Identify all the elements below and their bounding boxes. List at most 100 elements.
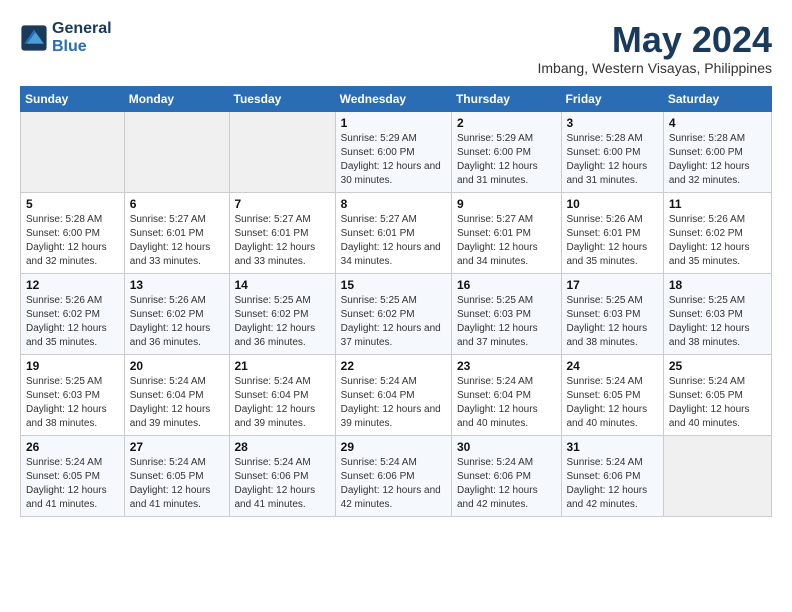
calendar-cell: 9 Sunrise: 5:27 AMSunset: 6:01 PMDayligh… <box>451 192 561 273</box>
day-info: Sunrise: 5:26 AMSunset: 6:01 PMDaylight:… <box>567 213 658 269</box>
calendar-cell: 10 Sunrise: 5:26 AMSunset: 6:01 PMDaylig… <box>561 192 663 273</box>
day-number: 11 <box>669 197 766 211</box>
weekday-header: Monday <box>124 86 229 111</box>
day-number: 25 <box>669 359 766 373</box>
day-number: 31 <box>567 440 658 454</box>
calendar-cell: 20 Sunrise: 5:24 AMSunset: 6:04 PMDaylig… <box>124 354 229 435</box>
weekday-header: Thursday <box>451 86 561 111</box>
weekday-header: Friday <box>561 86 663 111</box>
day-info: Sunrise: 5:24 AMSunset: 6:06 PMDaylight:… <box>457 456 556 512</box>
location: Imbang, Western Visayas, Philippines <box>538 60 773 76</box>
calendar-cell: 17 Sunrise: 5:25 AMSunset: 6:03 PMDaylig… <box>561 273 663 354</box>
day-number: 24 <box>567 359 658 373</box>
day-info: Sunrise: 5:29 AMSunset: 6:00 PMDaylight:… <box>341 132 446 188</box>
day-info: Sunrise: 5:25 AMSunset: 6:03 PMDaylight:… <box>567 294 658 350</box>
weekday-header: Sunday <box>21 86 125 111</box>
day-number: 18 <box>669 278 766 292</box>
day-number: 2 <box>457 116 556 130</box>
calendar-cell: 19 Sunrise: 5:25 AMSunset: 6:03 PMDaylig… <box>21 354 125 435</box>
day-number: 19 <box>26 359 119 373</box>
calendar-cell: 16 Sunrise: 5:25 AMSunset: 6:03 PMDaylig… <box>451 273 561 354</box>
day-info: Sunrise: 5:24 AMSunset: 6:04 PMDaylight:… <box>457 375 556 431</box>
day-info: Sunrise: 5:26 AMSunset: 6:02 PMDaylight:… <box>130 294 224 350</box>
month-title: May 2024 <box>538 20 773 60</box>
day-info: Sunrise: 5:25 AMSunset: 6:02 PMDaylight:… <box>341 294 446 350</box>
calendar-cell: 14 Sunrise: 5:25 AMSunset: 6:02 PMDaylig… <box>229 273 335 354</box>
calendar-week-row: 1 Sunrise: 5:29 AMSunset: 6:00 PMDayligh… <box>21 111 772 192</box>
day-number: 17 <box>567 278 658 292</box>
day-number: 22 <box>341 359 446 373</box>
day-info: Sunrise: 5:24 AMSunset: 6:05 PMDaylight:… <box>669 375 766 431</box>
day-info: Sunrise: 5:28 AMSunset: 6:00 PMDaylight:… <box>26 213 119 269</box>
logo: General Blue <box>20 20 112 56</box>
title-block: May 2024 Imbang, Western Visayas, Philip… <box>538 20 773 76</box>
calendar-cell: 3 Sunrise: 5:28 AMSunset: 6:00 PMDayligh… <box>561 111 663 192</box>
calendar-cell <box>663 435 771 516</box>
calendar-cell: 11 Sunrise: 5:26 AMSunset: 6:02 PMDaylig… <box>663 192 771 273</box>
day-number: 6 <box>130 197 224 211</box>
calendar-cell: 13 Sunrise: 5:26 AMSunset: 6:02 PMDaylig… <box>124 273 229 354</box>
calendar-cell: 25 Sunrise: 5:24 AMSunset: 6:05 PMDaylig… <box>663 354 771 435</box>
day-info: Sunrise: 5:24 AMSunset: 6:05 PMDaylight:… <box>567 375 658 431</box>
calendar-cell: 12 Sunrise: 5:26 AMSunset: 6:02 PMDaylig… <box>21 273 125 354</box>
calendar-cell: 2 Sunrise: 5:29 AMSunset: 6:00 PMDayligh… <box>451 111 561 192</box>
day-number: 9 <box>457 197 556 211</box>
day-info: Sunrise: 5:28 AMSunset: 6:00 PMDaylight:… <box>669 132 766 188</box>
day-number: 12 <box>26 278 119 292</box>
weekday-header: Tuesday <box>229 86 335 111</box>
day-number: 15 <box>341 278 446 292</box>
day-number: 28 <box>235 440 330 454</box>
calendar-week-row: 19 Sunrise: 5:25 AMSunset: 6:03 PMDaylig… <box>21 354 772 435</box>
day-info: Sunrise: 5:26 AMSunset: 6:02 PMDaylight:… <box>669 213 766 269</box>
calendar-cell: 23 Sunrise: 5:24 AMSunset: 6:04 PMDaylig… <box>451 354 561 435</box>
day-info: Sunrise: 5:24 AMSunset: 6:06 PMDaylight:… <box>341 456 446 512</box>
calendar-cell: 27 Sunrise: 5:24 AMSunset: 6:05 PMDaylig… <box>124 435 229 516</box>
day-info: Sunrise: 5:24 AMSunset: 6:04 PMDaylight:… <box>235 375 330 431</box>
day-info: Sunrise: 5:24 AMSunset: 6:06 PMDaylight:… <box>235 456 330 512</box>
calendar-cell <box>124 111 229 192</box>
calendar-week-row: 26 Sunrise: 5:24 AMSunset: 6:05 PMDaylig… <box>21 435 772 516</box>
calendar-cell: 7 Sunrise: 5:27 AMSunset: 6:01 PMDayligh… <box>229 192 335 273</box>
day-info: Sunrise: 5:27 AMSunset: 6:01 PMDaylight:… <box>341 213 446 269</box>
calendar-cell: 22 Sunrise: 5:24 AMSunset: 6:04 PMDaylig… <box>335 354 451 435</box>
day-info: Sunrise: 5:27 AMSunset: 6:01 PMDaylight:… <box>457 213 556 269</box>
day-number: 13 <box>130 278 224 292</box>
day-number: 20 <box>130 359 224 373</box>
day-number: 14 <box>235 278 330 292</box>
weekday-header: Wednesday <box>335 86 451 111</box>
day-info: Sunrise: 5:29 AMSunset: 6:00 PMDaylight:… <box>457 132 556 188</box>
day-info: Sunrise: 5:24 AMSunset: 6:05 PMDaylight:… <box>130 456 224 512</box>
logo-icon <box>20 24 48 52</box>
page-header: General Blue May 2024 Imbang, Western Vi… <box>20 20 772 76</box>
day-number: 16 <box>457 278 556 292</box>
day-info: Sunrise: 5:25 AMSunset: 6:02 PMDaylight:… <box>235 294 330 350</box>
day-number: 5 <box>26 197 119 211</box>
calendar-cell <box>229 111 335 192</box>
day-number: 26 <box>26 440 119 454</box>
calendar-cell: 28 Sunrise: 5:24 AMSunset: 6:06 PMDaylig… <box>229 435 335 516</box>
calendar-week-row: 5 Sunrise: 5:28 AMSunset: 6:00 PMDayligh… <box>21 192 772 273</box>
day-info: Sunrise: 5:27 AMSunset: 6:01 PMDaylight:… <box>130 213 224 269</box>
calendar-cell: 30 Sunrise: 5:24 AMSunset: 6:06 PMDaylig… <box>451 435 561 516</box>
weekday-header: Saturday <box>663 86 771 111</box>
calendar-cell: 4 Sunrise: 5:28 AMSunset: 6:00 PMDayligh… <box>663 111 771 192</box>
day-number: 23 <box>457 359 556 373</box>
day-number: 1 <box>341 116 446 130</box>
day-info: Sunrise: 5:28 AMSunset: 6:00 PMDaylight:… <box>567 132 658 188</box>
calendar-cell: 1 Sunrise: 5:29 AMSunset: 6:00 PMDayligh… <box>335 111 451 192</box>
day-info: Sunrise: 5:27 AMSunset: 6:01 PMDaylight:… <box>235 213 330 269</box>
day-info: Sunrise: 5:26 AMSunset: 6:02 PMDaylight:… <box>26 294 119 350</box>
day-info: Sunrise: 5:25 AMSunset: 6:03 PMDaylight:… <box>669 294 766 350</box>
day-info: Sunrise: 5:25 AMSunset: 6:03 PMDaylight:… <box>26 375 119 431</box>
logo-text: General Blue <box>52 20 112 56</box>
day-number: 4 <box>669 116 766 130</box>
day-number: 21 <box>235 359 330 373</box>
day-number: 27 <box>130 440 224 454</box>
day-number: 7 <box>235 197 330 211</box>
calendar-cell <box>21 111 125 192</box>
calendar-cell: 26 Sunrise: 5:24 AMSunset: 6:05 PMDaylig… <box>21 435 125 516</box>
calendar-week-row: 12 Sunrise: 5:26 AMSunset: 6:02 PMDaylig… <box>21 273 772 354</box>
day-info: Sunrise: 5:24 AMSunset: 6:04 PMDaylight:… <box>341 375 446 431</box>
calendar-cell: 24 Sunrise: 5:24 AMSunset: 6:05 PMDaylig… <box>561 354 663 435</box>
day-info: Sunrise: 5:24 AMSunset: 6:04 PMDaylight:… <box>130 375 224 431</box>
